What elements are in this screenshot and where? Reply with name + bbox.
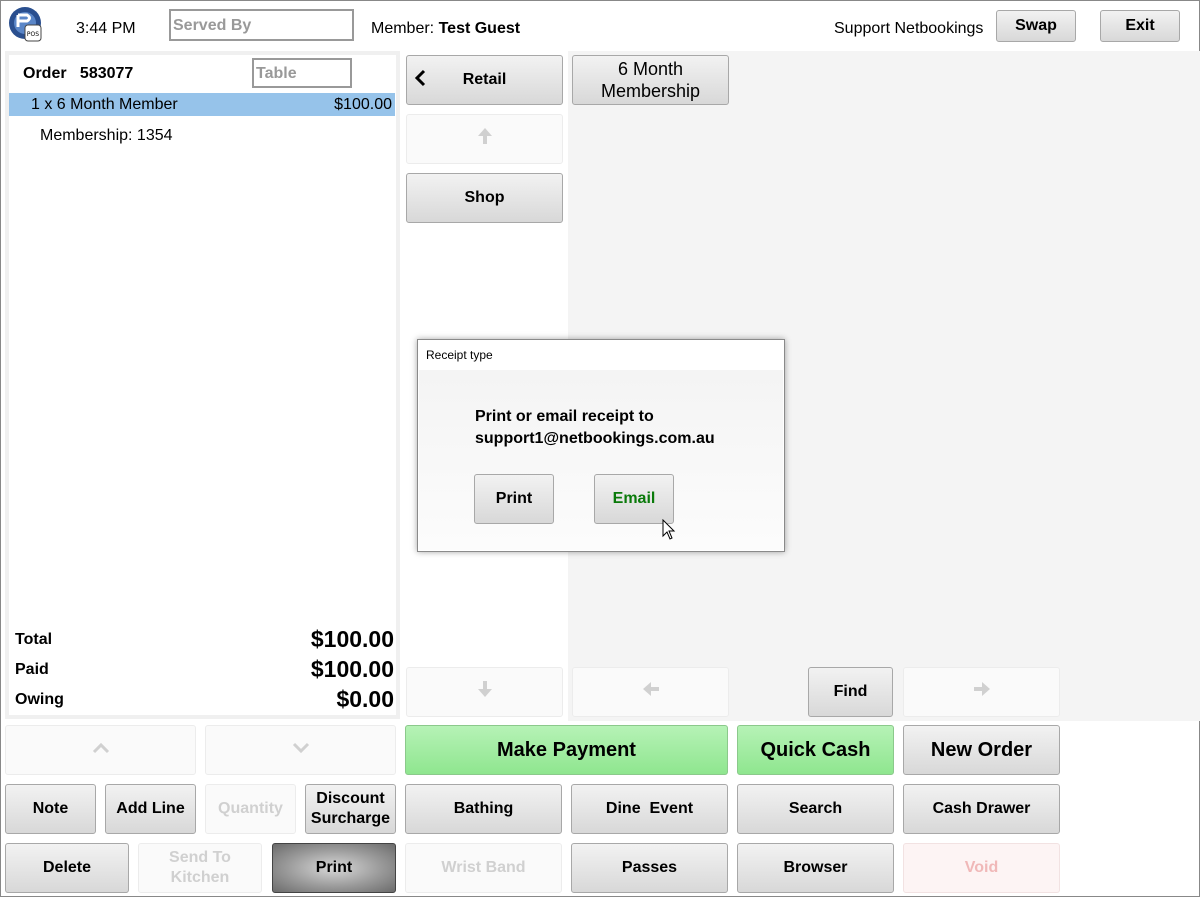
chevron-left-icon bbox=[413, 68, 427, 95]
find-button[interactable]: Find bbox=[808, 667, 893, 717]
discount-surcharge-button[interactable]: Discount Surcharge bbox=[305, 784, 396, 834]
owing-value: $0.00 bbox=[336, 686, 394, 712]
member-name: Test Guest bbox=[438, 20, 521, 37]
member-label: Member: bbox=[371, 20, 435, 37]
surcharge-label: Surcharge bbox=[310, 810, 391, 827]
arrow-right-icon bbox=[973, 681, 991, 703]
note-button[interactable]: Note bbox=[5, 784, 96, 834]
page-left-button[interactable] bbox=[572, 667, 729, 717]
send-to-kitchen-button[interactable]: Send To Kitchen bbox=[138, 843, 262, 893]
line-item-subdetail: Membership: 1354 bbox=[40, 127, 173, 144]
void-button[interactable]: Void bbox=[903, 843, 1060, 893]
add-line-button[interactable]: Add Line bbox=[105, 784, 196, 834]
order-line-item[interactable]: 1 x 6 Month Member $100.00 bbox=[9, 93, 395, 116]
discount-label: Discount bbox=[316, 790, 385, 807]
paid-value: $100.00 bbox=[310, 656, 394, 682]
quantity-button[interactable]: Quantity bbox=[205, 784, 296, 834]
line-down-button[interactable] bbox=[205, 725, 396, 775]
browser-button[interactable]: Browser bbox=[737, 843, 894, 893]
new-order-button[interactable]: New Order bbox=[903, 725, 1060, 775]
line-up-button[interactable] bbox=[5, 725, 196, 775]
current-user: Support Netbookings bbox=[834, 20, 984, 37]
swap-button[interactable]: Swap bbox=[996, 10, 1076, 42]
line-item-desc: 1 x 6 Month Member bbox=[31, 96, 178, 113]
bathing-button[interactable]: Bathing bbox=[405, 784, 562, 834]
dialog-print-button[interactable]: Print bbox=[474, 474, 554, 524]
quick-cash-button[interactable]: Quick Cash bbox=[737, 725, 894, 775]
member-info[interactable]: Member: Test Guest bbox=[371, 20, 520, 38]
served-by-field[interactable]: Served By bbox=[169, 9, 354, 41]
scroll-up-button[interactable] bbox=[406, 114, 563, 164]
order-label: Order bbox=[23, 65, 67, 82]
dialog-message: Print or email receipt to support1@netbo… bbox=[475, 406, 715, 450]
search-button[interactable]: Search bbox=[737, 784, 894, 834]
owing-label: Owing bbox=[15, 691, 64, 708]
scroll-down-button[interactable] bbox=[406, 667, 563, 717]
cash-drawer-button[interactable]: Cash Drawer bbox=[903, 784, 1060, 834]
exit-button[interactable]: Exit bbox=[1100, 10, 1180, 42]
retail-back-button[interactable]: Retail bbox=[406, 55, 563, 105]
svg-text:POS: POS bbox=[27, 31, 39, 38]
total-label: Total bbox=[15, 631, 53, 648]
dialog-email-button[interactable]: Email bbox=[594, 474, 674, 524]
wrist-band-button[interactable]: Wrist Band bbox=[405, 843, 562, 893]
chevron-down-icon bbox=[292, 740, 310, 760]
mouse-cursor-icon bbox=[662, 518, 676, 541]
dialog-message-email: support1@netbookings.com.au bbox=[475, 430, 715, 447]
dialog-title: Receipt type bbox=[426, 348, 493, 362]
chevron-up-icon bbox=[92, 740, 110, 760]
arrow-left-icon bbox=[642, 681, 660, 703]
dialog-email-label: Email bbox=[612, 490, 656, 507]
table-field[interactable]: Table bbox=[252, 58, 352, 88]
arrow-up-icon bbox=[477, 127, 493, 151]
order-panel bbox=[5, 51, 400, 719]
passes-button[interactable]: Passes bbox=[571, 843, 728, 893]
dine-event-button[interactable]: Dine Event bbox=[571, 784, 728, 834]
app-window: POS 3:44 PM Served By Member: Test Guest… bbox=[0, 0, 1200, 897]
app-logo: POS bbox=[7, 5, 47, 45]
clock: 3:44 PM bbox=[76, 20, 136, 37]
total-value: $100.00 bbox=[310, 626, 394, 652]
line-item-price: $100.00 bbox=[334, 96, 392, 113]
retail-label: Retail bbox=[462, 71, 507, 88]
make-payment-button[interactable]: Make Payment bbox=[405, 725, 728, 775]
print-button[interactable]: Print bbox=[272, 843, 396, 893]
product-6-month-membership[interactable]: 6 Month Membership bbox=[572, 55, 729, 105]
dialog-message-line1: Print or email receipt to bbox=[475, 408, 654, 425]
page-right-button[interactable] bbox=[903, 667, 1060, 717]
order-number: 583077 bbox=[79, 65, 134, 82]
arrow-down-icon bbox=[477, 680, 493, 704]
order-header: Order 583077 bbox=[23, 65, 133, 83]
paid-label: Paid bbox=[15, 661, 49, 678]
delete-button[interactable]: Delete bbox=[5, 843, 129, 893]
shop-category-button[interactable]: Shop bbox=[406, 173, 563, 223]
